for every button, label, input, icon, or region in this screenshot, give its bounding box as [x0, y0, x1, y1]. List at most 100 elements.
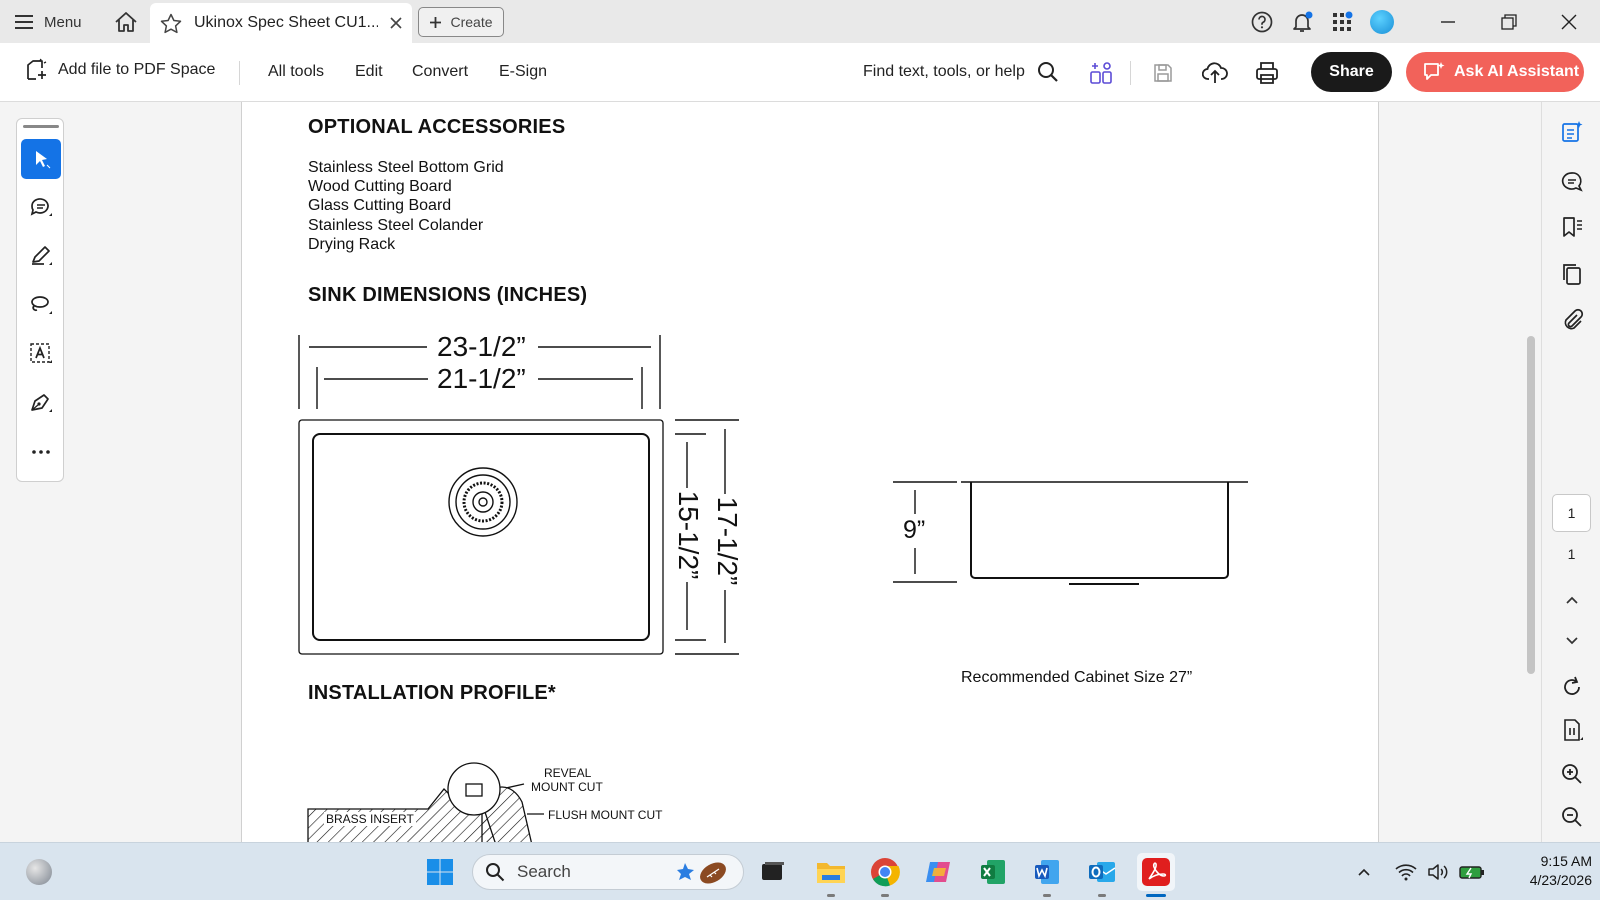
help-button[interactable] [1248, 8, 1276, 36]
active-indicator [1146, 894, 1166, 897]
apps-button[interactable] [1328, 8, 1356, 36]
copilot-app[interactable] [920, 853, 958, 891]
ai-assistant-label: Ask AI Assistant [1454, 63, 1580, 80]
clock-date: 4/23/2026 [1529, 872, 1592, 888]
chevron-up-icon [1358, 868, 1370, 876]
star-icon[interactable] [160, 13, 182, 34]
close-icon[interactable] [390, 17, 402, 29]
comments-panel-button[interactable] [1557, 167, 1587, 197]
home-button[interactable] [112, 9, 140, 35]
close-window-icon [1561, 14, 1577, 30]
network-button[interactable] [1393, 853, 1419, 891]
rail-grip[interactable] [23, 125, 59, 128]
running-indicator [881, 894, 889, 897]
minimize-button[interactable] [1434, 8, 1462, 36]
add-file-icon [27, 58, 47, 80]
ai-document-icon [1562, 121, 1583, 142]
find-label: Find text, tools, or help [863, 63, 1025, 80]
chrome-icon [871, 858, 900, 887]
excel-app[interactable] [974, 853, 1012, 891]
volume-button[interactable] [1425, 853, 1451, 891]
menu-button[interactable]: Menu [14, 8, 82, 36]
excel-icon [981, 860, 1005, 884]
toolbar-divider [239, 61, 240, 85]
restore-button[interactable] [1495, 8, 1523, 36]
print-button[interactable] [1252, 58, 1282, 88]
search-icon [1037, 62, 1058, 82]
profile-button[interactable] [1368, 8, 1396, 36]
widgets-button[interactable] [20, 853, 58, 891]
copilot-icon [926, 862, 950, 882]
restore-icon [1501, 14, 1517, 30]
save-button[interactable] [1148, 58, 1178, 88]
paperclip-icon [1564, 308, 1584, 330]
task-view-button[interactable] [754, 853, 792, 891]
text-tool[interactable] [21, 334, 61, 374]
cloud-upload-icon [1202, 62, 1228, 83]
more-tools-button[interactable] [21, 432, 61, 472]
highlight-tool[interactable] [21, 236, 61, 276]
taskbar-search[interactable]: Search [472, 854, 744, 890]
page-current: 1 [1567, 505, 1576, 521]
share-button[interactable]: Share [1311, 52, 1392, 92]
comment-icon [30, 198, 52, 216]
pages-icon [1563, 264, 1581, 285]
taskbar-clock[interactable]: 9:15 AM 4/23/2026 [1496, 852, 1592, 890]
find-button[interactable]: Find text, tools, or help [863, 61, 1059, 83]
ai-tools-button[interactable] [1086, 58, 1116, 88]
notifications-button[interactable] [1288, 8, 1316, 36]
bookmarks-button[interactable] [1557, 212, 1587, 242]
menu-all-tools[interactable]: All tools [268, 63, 324, 81]
help-icon [1251, 11, 1273, 33]
fit-page-button[interactable] [1557, 715, 1587, 745]
acrobat-app[interactable] [1137, 853, 1175, 897]
ai-shapes-icon [1090, 62, 1112, 84]
pen-icon [32, 246, 52, 265]
next-page-button[interactable] [1557, 626, 1587, 656]
zoom-in-icon [1562, 764, 1582, 784]
create-button[interactable]: Create [418, 7, 504, 37]
comment-bubble-icon [1561, 172, 1583, 192]
windows-logo-icon [427, 859, 453, 885]
page-total: 1 [1567, 546, 1576, 562]
add-file-button[interactable]: Add file to PDF Space [24, 58, 215, 82]
menu-convert[interactable]: Convert [412, 63, 468, 81]
page-number-input[interactable]: 1 [1552, 494, 1591, 532]
pdf-page[interactable]: OPTIONAL ACCESSORIES Stainless Steel Bot… [241, 102, 1379, 842]
draw-tool[interactable] [21, 285, 61, 325]
installation-profile-drawing [307, 762, 544, 842]
hamburger-icon [15, 15, 33, 29]
sign-tool[interactable] [21, 383, 61, 423]
outlook-app[interactable] [1083, 853, 1121, 897]
zoom-out-button[interactable] [1557, 802, 1587, 832]
zoom-out-icon [1562, 807, 1582, 827]
comment-tool[interactable] [21, 187, 61, 227]
zoom-in-button[interactable] [1557, 759, 1587, 789]
close-window-button[interactable] [1555, 8, 1583, 36]
select-tool[interactable] [21, 139, 61, 179]
show-hidden-icons-button[interactable] [1350, 853, 1378, 891]
battery-button[interactable] [1457, 853, 1487, 891]
menu-e-sign[interactable]: E-Sign [499, 63, 547, 81]
tab-document[interactable]: Ukinox Spec Sheet CU1... [150, 3, 412, 43]
file-explorer-app[interactable] [812, 853, 850, 897]
text-box-icon [30, 343, 52, 363]
ai-assistant-button[interactable]: Ask AI Assistant [1406, 52, 1584, 92]
speaker-icon [1428, 864, 1448, 880]
vertical-scrollbar[interactable] [1527, 336, 1535, 674]
rotate-button[interactable] [1557, 672, 1587, 702]
word-app[interactable] [1028, 853, 1066, 897]
chevron-up-icon [1566, 596, 1578, 604]
start-button[interactable] [421, 853, 459, 891]
previous-page-button[interactable] [1557, 585, 1587, 615]
attachments-button[interactable] [1557, 305, 1587, 335]
chrome-app[interactable] [866, 853, 904, 897]
share-label: Share [1329, 63, 1374, 80]
upload-button[interactable] [1200, 58, 1230, 88]
menu-edit[interactable]: Edit [355, 63, 383, 81]
ai-summary-button[interactable] [1557, 117, 1587, 147]
outlook-icon [1089, 862, 1116, 882]
search-icon [486, 863, 505, 882]
clock-time: 9:15 AM [1540, 853, 1592, 869]
pages-button[interactable] [1557, 259, 1587, 289]
